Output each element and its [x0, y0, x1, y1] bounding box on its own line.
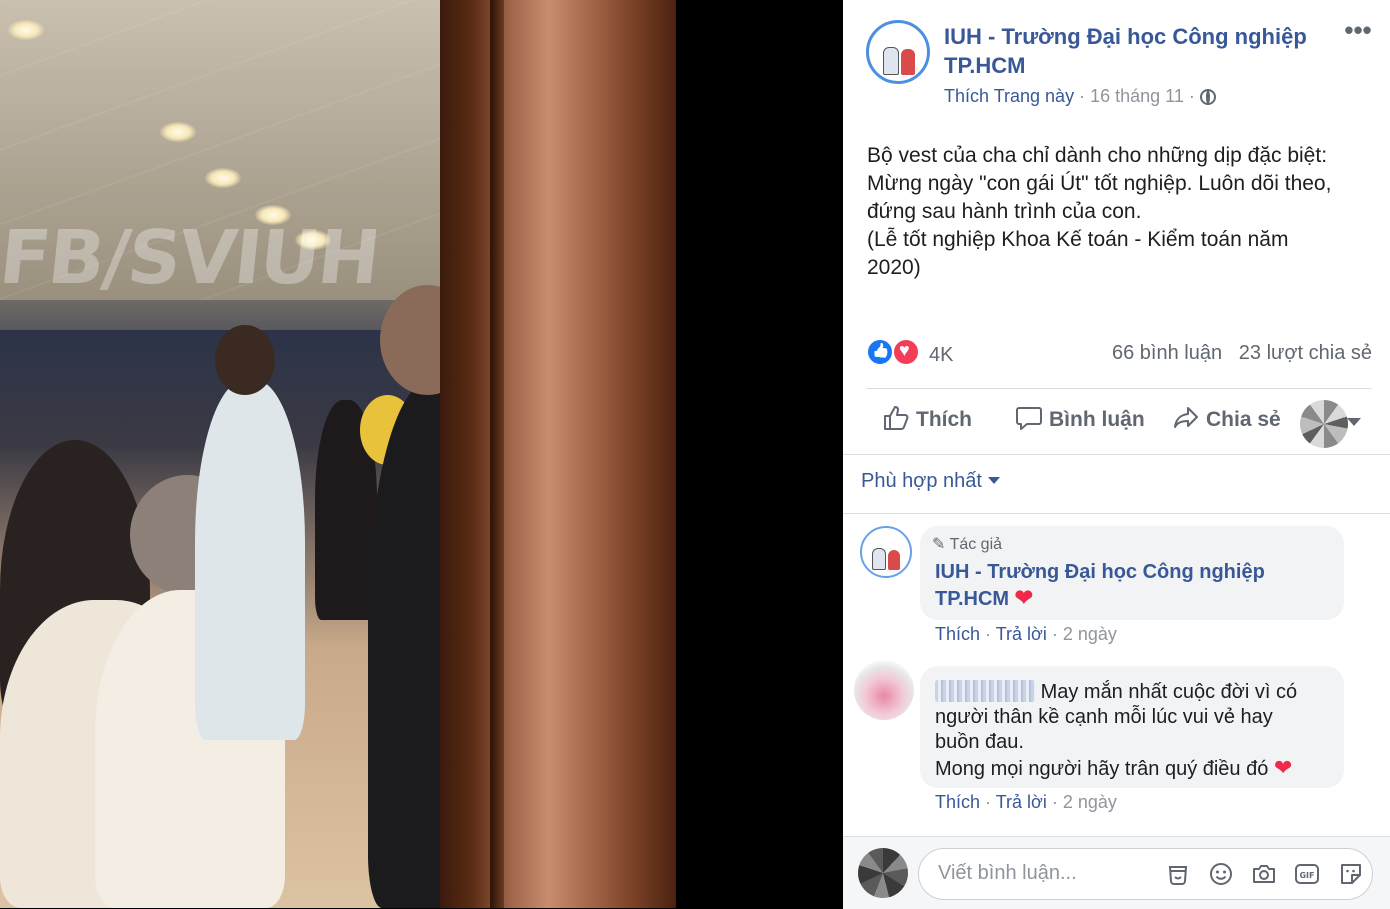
ceiling-light	[205, 168, 241, 188]
post-text-line: Mừng ngày "con gái Út" tốt nghiệp. Luôn …	[867, 172, 1332, 195]
comment-text-line: người thân kề cạnh mỗi lúc vui vẻ hay	[935, 706, 1273, 728]
camera-icon[interactable]	[1251, 861, 1277, 887]
comments-count-link[interactable]: 66 bình luận	[1112, 342, 1222, 364]
author-badge: ✎ Tác giả	[932, 534, 1002, 554]
shares-count-link[interactable]: 23 lượt chia sẻ	[1239, 342, 1372, 364]
heart-emoji-icon: ❤	[1014, 585, 1034, 610]
page-name-link[interactable]: IUH - Trường Đại học Công nghiệp TP.HCM	[944, 22, 1324, 80]
speech-bubble-icon	[1016, 407, 1042, 430]
photo-viewer: FB/SVIUH	[0, 0, 843, 908]
photo-figure	[195, 380, 305, 740]
comment-actions: Thích · Trả lời · 2 ngày	[935, 792, 1117, 812]
comment-time[interactable]: 2 ngày	[1063, 792, 1117, 812]
svg-text:GIF: GIF	[1299, 871, 1314, 880]
commenter-name-link[interactable]	[935, 680, 1035, 702]
post-date[interactable]: 16 tháng 11	[1090, 86, 1184, 106]
love-reaction-icon	[892, 338, 920, 366]
photo-wall-edge	[490, 0, 504, 908]
comment-input-placeholder: Viết bình luận...	[938, 862, 1077, 884]
more-options-button[interactable]: •••	[1340, 17, 1376, 48]
engagement-counts: 66 bình luận 23 lượt chia sẻ	[1112, 342, 1372, 365]
comment-like-link[interactable]: Thích	[935, 792, 980, 812]
comment-button[interactable]: Bình luận	[1015, 404, 1145, 440]
comment-like-link[interactable]: Thích	[935, 624, 980, 644]
comment-actions: Thích · Trả lời · 2 ngày	[935, 624, 1117, 644]
avatar-figure	[901, 49, 915, 75]
photo-watermark: FB/SVIUH	[0, 215, 383, 301]
sort-label: Phù hợp nhất	[861, 470, 982, 492]
share-button-label: Chia sẻ	[1206, 408, 1281, 431]
emoji-icon[interactable]	[1208, 861, 1234, 887]
ceiling-light	[8, 20, 44, 40]
comment-time[interactable]: 2 ngày	[1063, 624, 1117, 644]
divider	[843, 513, 1390, 514]
caret-down-icon	[988, 477, 1000, 484]
comment-text-line: May mắn nhất cuộc đời vì có	[1040, 681, 1298, 703]
comment-reply-link[interactable]: Trả lời	[996, 624, 1047, 644]
comment-text: May mắn nhất cuộc đời vì có người thân k…	[935, 680, 1325, 782]
share-arrow-icon	[1174, 407, 1198, 428]
chevron-down-icon[interactable]	[1347, 418, 1361, 426]
share-as-avatar[interactable]	[1300, 400, 1348, 448]
divider	[843, 454, 1390, 455]
comment-text-line: Mong mọi người hãy trân quý điều đó	[935, 758, 1269, 780]
post-text-line: đứng sau hành trình của con.	[867, 200, 1142, 223]
meta-separator: ·	[1079, 86, 1086, 106]
globe-icon	[1199, 89, 1216, 105]
comment-sort-dropdown[interactable]: Phù hợp nhất	[861, 470, 1000, 493]
post-text-line: Bộ vest của cha chỉ dành cho những dịp đ…	[867, 144, 1328, 167]
photo-figure	[215, 325, 275, 395]
sticker-icon[interactable]	[1165, 861, 1191, 887]
gif-icon[interactable]: GIF	[1294, 861, 1320, 887]
heart-emoji-icon: ❤	[1273, 755, 1293, 780]
like-button[interactable]: Thích	[882, 404, 972, 440]
post-meta: Thích Trang này · 16 tháng 11 ·	[944, 86, 1216, 107]
meta-separator: ·	[1188, 86, 1195, 106]
comment-author-line: IUH - Trường Đại học Công nghiệp	[935, 561, 1265, 583]
comment-author-line: TP.HCM	[935, 588, 1010, 610]
like-button-label: Thích	[916, 408, 972, 431]
photo-wall	[440, 0, 676, 908]
like-page-link[interactable]: Thích Trang này	[944, 86, 1074, 106]
divider	[866, 388, 1372, 389]
post-text-line: (Lễ tốt nghiệp Khoa Kế toán - Kiểm toán …	[867, 228, 1289, 251]
post-text-line: 2020)	[867, 256, 921, 279]
current-user-avatar[interactable]	[858, 848, 908, 898]
sticker-pack-icon[interactable]	[1338, 861, 1364, 887]
comment-button-label: Bình luận	[1049, 408, 1145, 431]
commenter-avatar[interactable]	[854, 660, 914, 720]
commenter-avatar[interactable]	[860, 526, 912, 578]
author-badge-label: Tác giả	[949, 536, 1003, 553]
avatar-figure	[883, 47, 899, 75]
post-text: Bộ vest của cha chỉ dành cho những dịp đ…	[867, 142, 1372, 282]
like-reaction-icon	[866, 338, 894, 366]
post-photo[interactable]: FB/SVIUH	[0, 0, 676, 908]
share-button[interactable]: Chia sẻ	[1172, 404, 1281, 440]
ceiling-light	[160, 122, 196, 142]
reaction-count[interactable]: 4K	[929, 344, 953, 367]
thumbs-up-icon	[884, 406, 909, 430]
comment-author-link[interactable]: IUH - Trường Đại học Công nghiệp TP.HCM …	[935, 560, 1295, 612]
page-avatar[interactable]	[866, 20, 930, 84]
avatar-figure	[872, 548, 886, 570]
avatar-figure	[888, 550, 900, 570]
more-dots-icon: •••	[1344, 15, 1372, 45]
comment-reply-link[interactable]: Trả lời	[996, 792, 1047, 812]
pencil-icon: ✎	[932, 536, 946, 553]
comment-text-line: buồn đau.	[935, 731, 1024, 753]
